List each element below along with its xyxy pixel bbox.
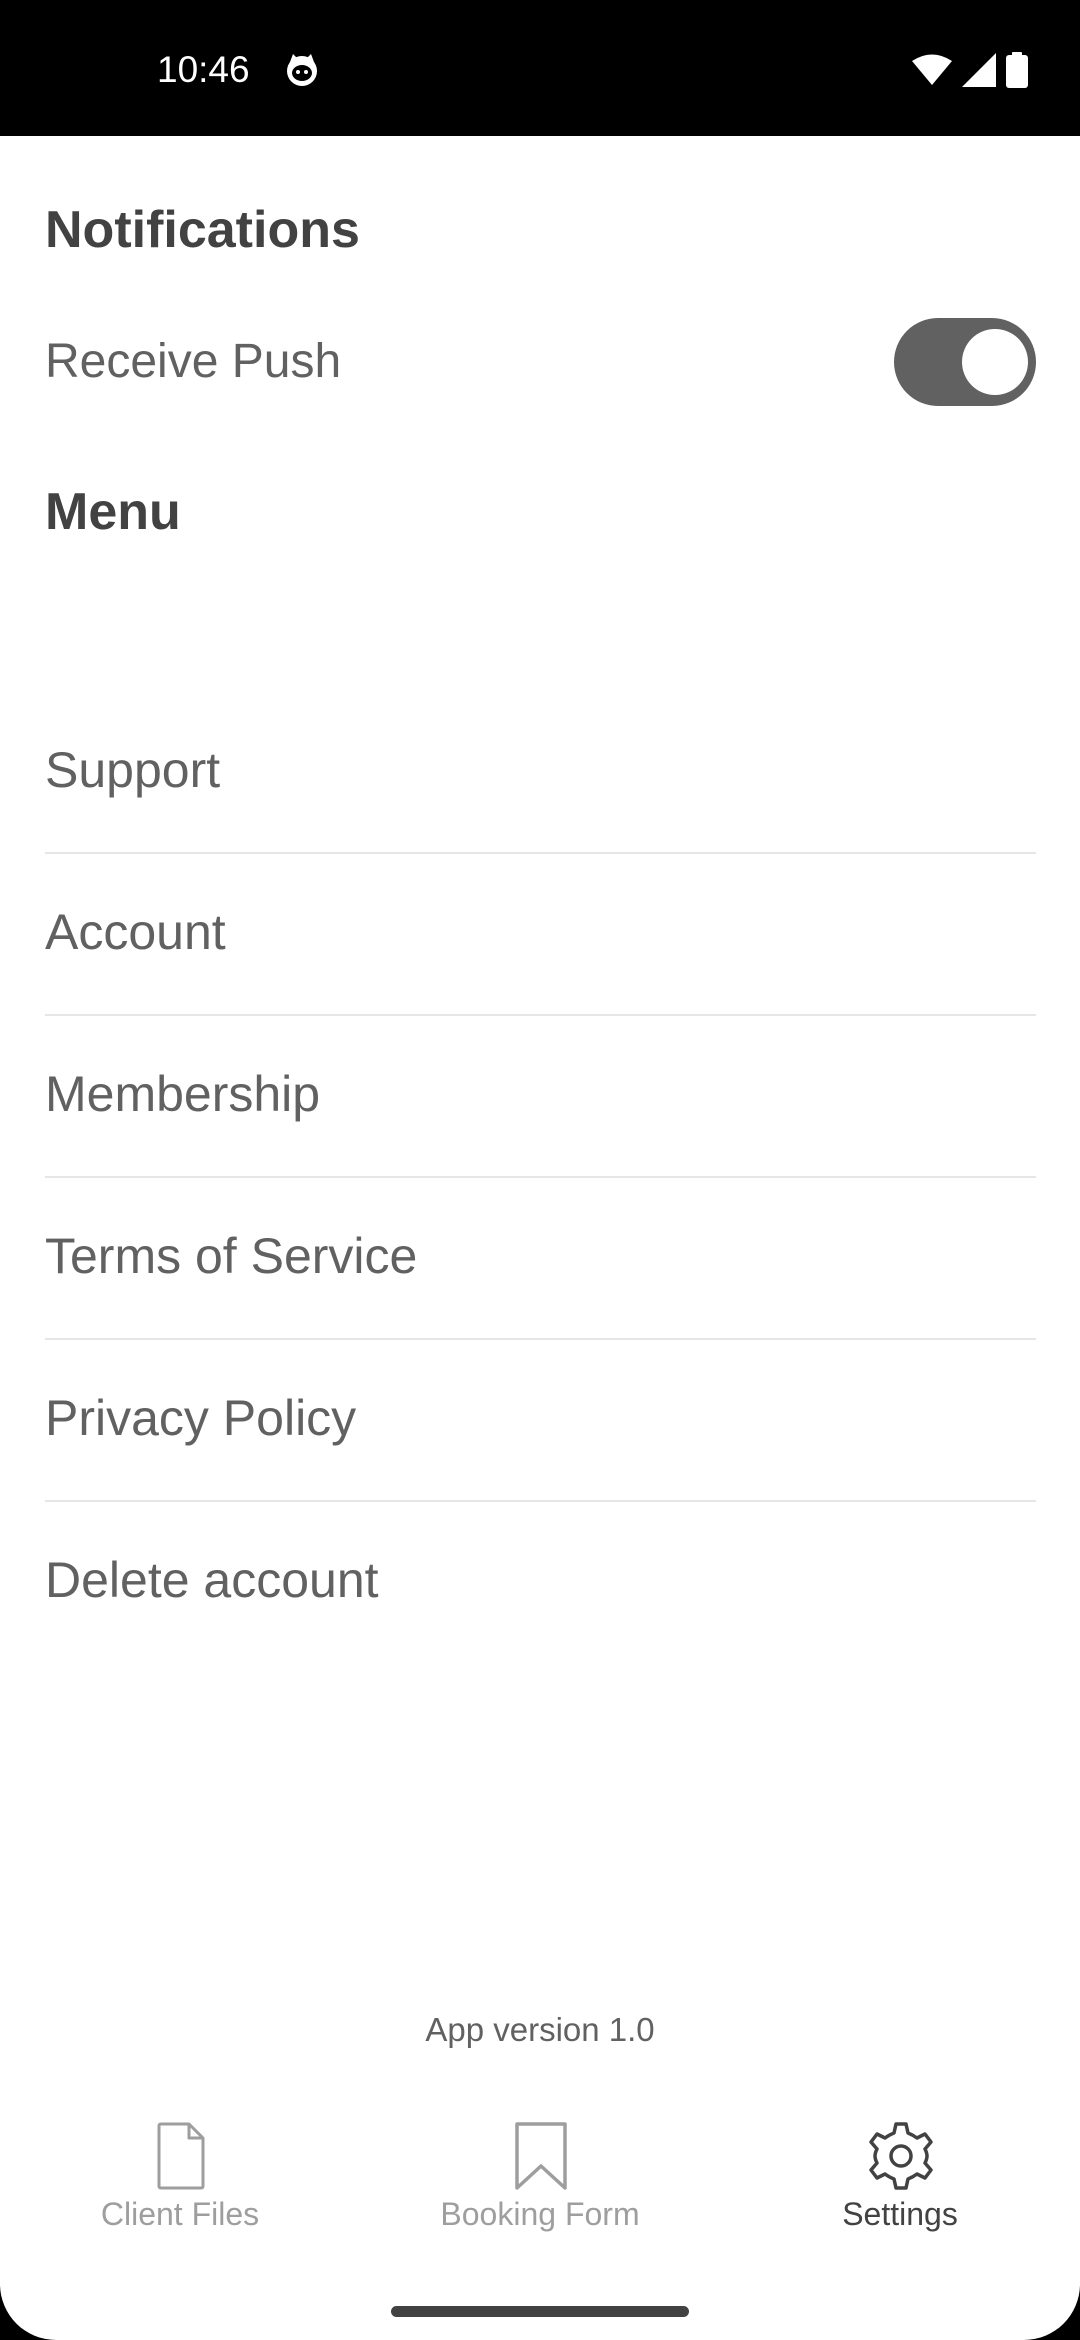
document-icon (157, 2122, 205, 2190)
menu-item-label: Account (45, 904, 226, 960)
nav-label: Settings (842, 2196, 958, 2232)
nav-tab-client-files[interactable]: Client Files (0, 2100, 360, 2250)
cat-face-icon (287, 54, 317, 86)
nav-tab-booking-form[interactable]: Booking Form (360, 2100, 720, 2250)
receive-push-toggle[interactable] (894, 318, 1036, 406)
status-icons (912, 52, 1028, 88)
settings-content: Notifications Receive Push Menu Support … (0, 136, 1080, 2340)
menu-list: Support Account Membership Terms of Serv… (45, 692, 1036, 1664)
bookmark-icon (515, 2122, 567, 2190)
gear-icon (869, 2122, 933, 2190)
screen: 10:46 Notifications Receive Push Menu Su… (0, 0, 1080, 2340)
battery-icon (1006, 52, 1028, 88)
menu-item-label: Support (45, 742, 221, 798)
menu-item-delete-account[interactable]: Delete account (45, 1502, 1036, 1664)
app-version-label: App version 1.0 (425, 2011, 655, 2048)
nav-tab-settings[interactable]: Settings (720, 2100, 1080, 2250)
menu-item-label: Delete account (45, 1552, 379, 1608)
home-indicator[interactable] (391, 2306, 689, 2317)
menu-section-title: Menu (45, 483, 181, 541)
toggle-knob (962, 329, 1028, 395)
menu-item-support[interactable]: Support (45, 692, 1036, 854)
menu-item-privacy-policy[interactable]: Privacy Policy (45, 1340, 1036, 1502)
menu-item-label: Terms of Service (45, 1228, 418, 1284)
status-time: 10:46 (157, 49, 250, 90)
wifi-icon (912, 54, 952, 85)
menu-item-membership[interactable]: Membership (45, 1016, 1036, 1178)
receive-push-label: Receive Push (45, 335, 342, 388)
nav-label: Booking Form (440, 2196, 640, 2232)
status-bar: 10:46 (0, 0, 1080, 136)
notifications-section-title: Notifications (45, 201, 360, 259)
menu-item-terms-of-service[interactable]: Terms of Service (45, 1178, 1036, 1340)
menu-item-account[interactable]: Account (45, 854, 1036, 1016)
receive-push-row: Receive Push (45, 316, 1036, 406)
menu-item-label: Membership (45, 1066, 321, 1122)
signal-icon (962, 53, 996, 87)
menu-item-label: Privacy Policy (45, 1390, 357, 1446)
bottom-nav: Client Files Booking Form Settings (0, 2100, 1080, 2250)
nav-label: Client Files (100, 2196, 260, 2232)
